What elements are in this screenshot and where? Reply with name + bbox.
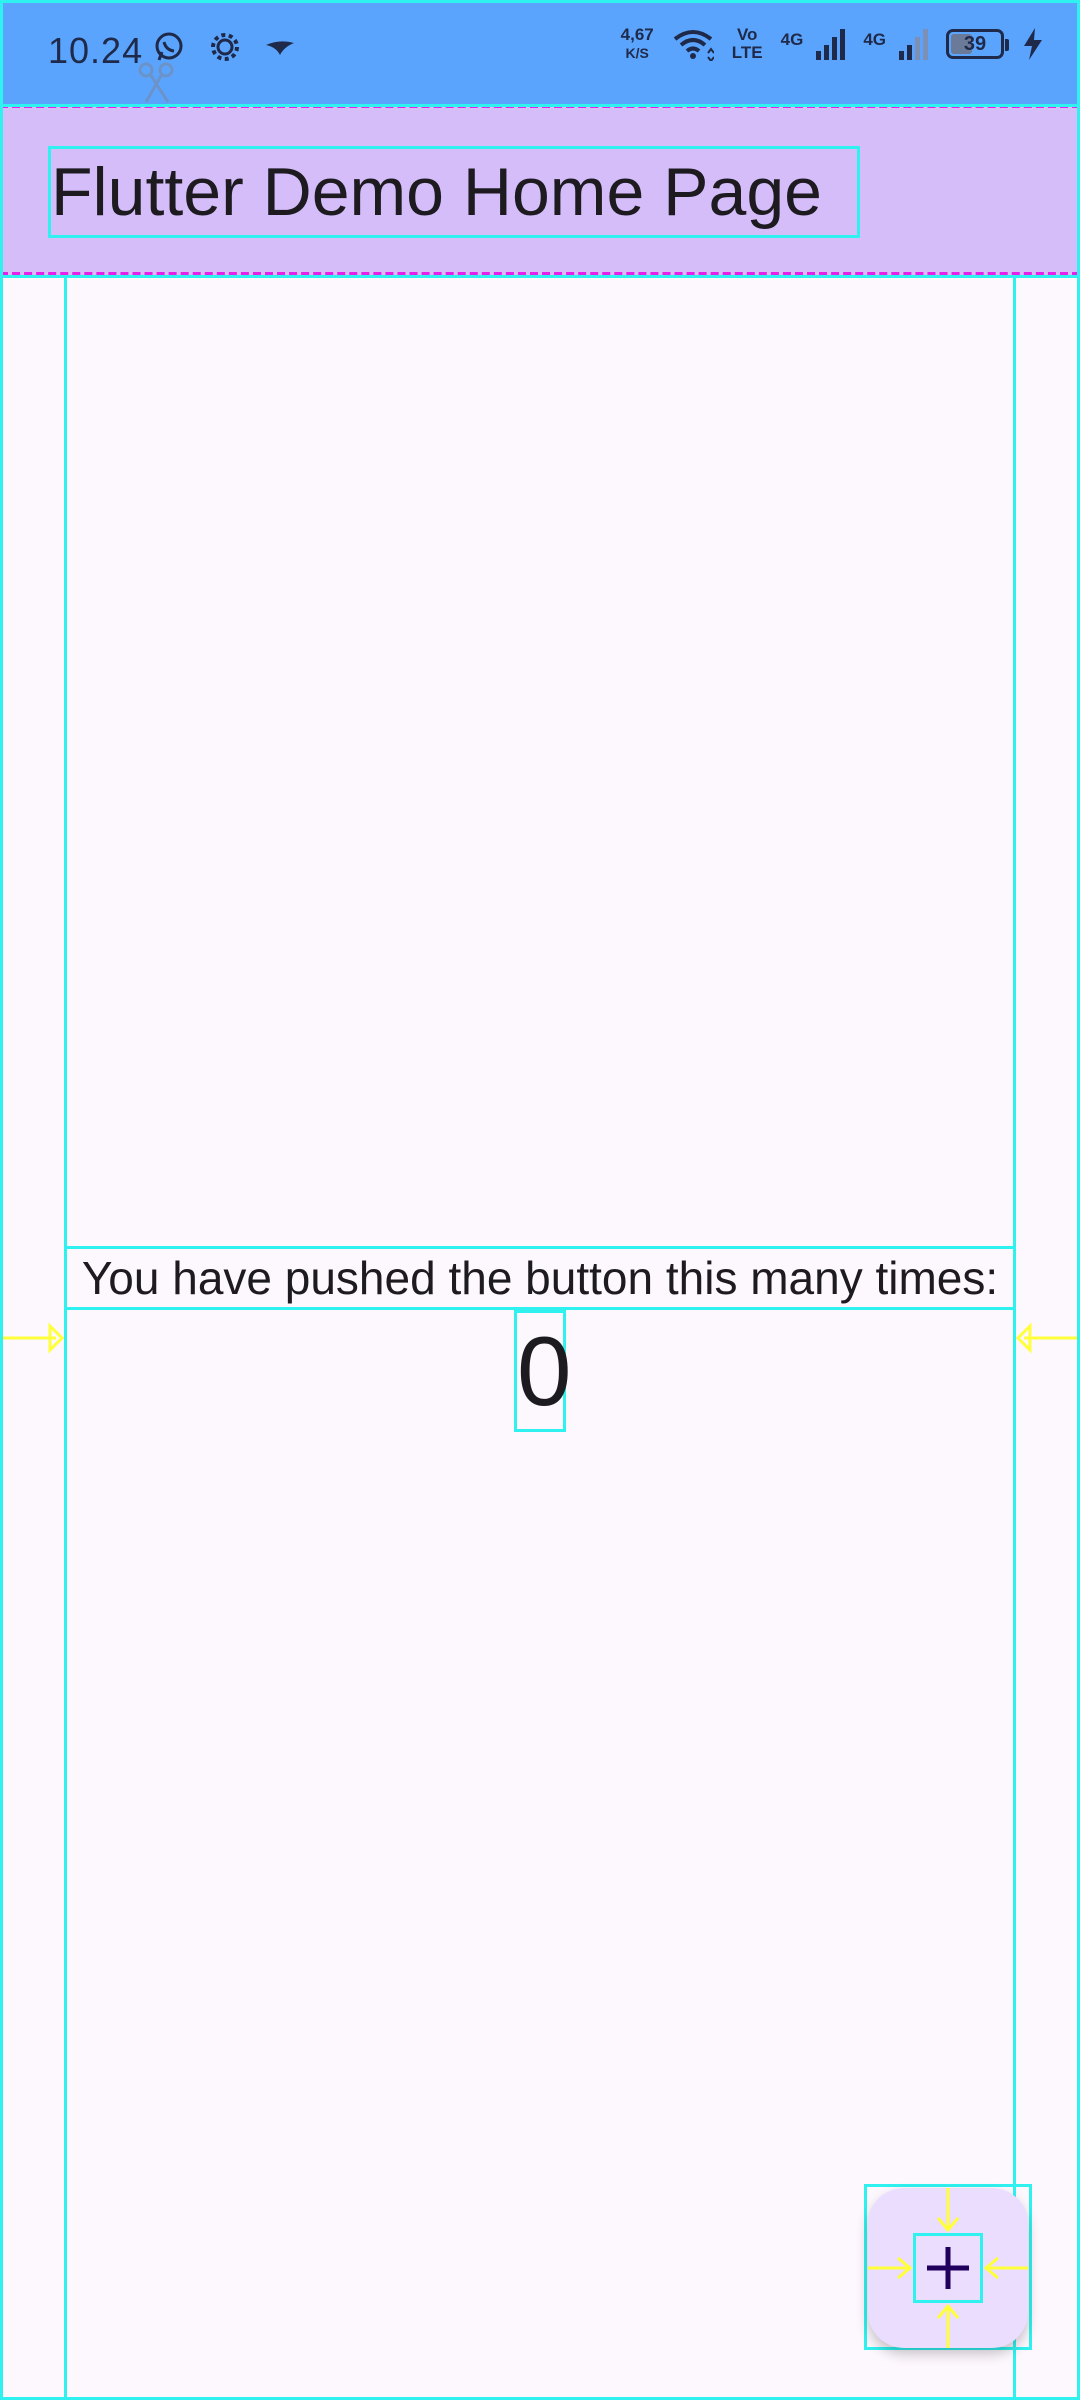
battery-icon: 39 [946,29,1009,59]
system-icons: 4,67 K/S Vo LTE 4G 4G 39 [621,26,1044,62]
scissors-icon [136,60,184,106]
volte-top: Vo [736,25,758,44]
network-speed: 4,67 K/S [621,26,654,62]
plus-icon [913,2233,983,2303]
status-bar: 10.24 4,67 K/S Vo LTE 4G 4G 39 [0,0,1080,104]
increment-button[interactable] [868,2188,1028,2348]
volte-bottom: LTE [731,43,763,62]
signal-icon [898,27,928,61]
wifi-icon [672,27,714,61]
status-time: 10.24 [48,30,144,71]
whatsapp-icon [152,30,186,64]
network-speed-unit: K/S [625,45,649,61]
battery-level: 39 [963,32,987,55]
bird-icon [264,35,296,59]
screen-debug-outline [0,0,1080,2400]
charging-icon [1022,27,1044,61]
padding-arrow-right-icon [1016,1322,1080,1354]
settings-icon [208,30,242,64]
sim2-network-type: 4G [863,30,886,49]
volte-indicator: Vo LTE [732,26,763,62]
sim1-network-type: 4G [780,30,804,49]
signal-icon [815,27,846,61]
counter-label: You have pushed the button this many tim… [64,1246,1016,1310]
network-speed-value: 4,67 [620,25,654,44]
counter-value: 0 [514,1310,572,1432]
padding-arrow-left-icon [0,1322,64,1354]
page-title: Flutter Demo Home Page [48,146,860,238]
notification-icons [152,30,296,64]
